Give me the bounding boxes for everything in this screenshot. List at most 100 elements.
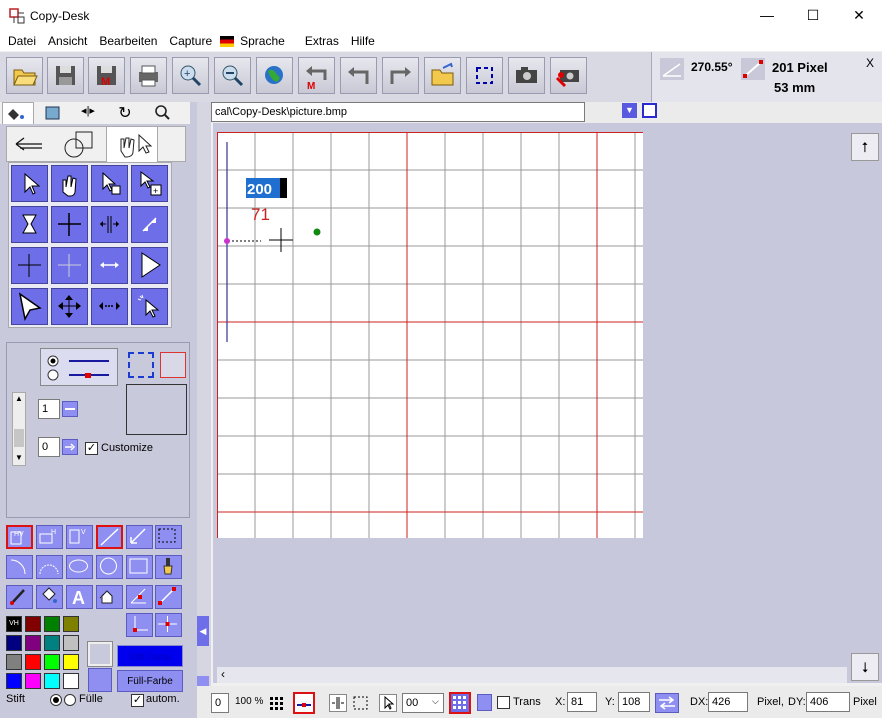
horizontal-scrollbar[interactable]: ‹ bbox=[217, 667, 847, 683]
maximize-button[interactable]: ☐ bbox=[790, 0, 836, 31]
cursor-pointer-button[interactable] bbox=[91, 165, 128, 202]
color-swatch[interactable] bbox=[25, 616, 41, 632]
cursor-hourglass-button[interactable] bbox=[11, 206, 48, 243]
tool-axis-button[interactable] bbox=[126, 613, 153, 637]
tool-text-button[interactable]: A bbox=[66, 585, 93, 609]
tool-v-button[interactable]: V bbox=[66, 525, 93, 549]
tool-dotted-rect-button[interactable] bbox=[155, 525, 182, 549]
cursor-resize-dots-button[interactable] bbox=[91, 288, 128, 325]
chevron-down-icon[interactable]: ⌵ bbox=[432, 696, 439, 707]
camera-capture-button[interactable] bbox=[550, 57, 587, 94]
zoom-spin-field[interactable]: 0 bbox=[211, 693, 229, 713]
info-close-button[interactable]: X bbox=[866, 56, 874, 70]
tool-stamp-button[interactable] bbox=[96, 585, 123, 609]
cursor-split-h-button[interactable] bbox=[91, 206, 128, 243]
scroll-left-icon[interactable]: ‹ bbox=[221, 667, 225, 681]
cursor-resize-h-button[interactable] bbox=[91, 247, 128, 284]
canvas-area[interactable]: 200 71 ⭡ ⭣ ‹ bbox=[213, 123, 882, 683]
color-vh-swatch[interactable]: VH bbox=[6, 616, 22, 632]
select-rect-button[interactable] bbox=[466, 57, 503, 94]
cursor-diagonal-button[interactable] bbox=[131, 206, 168, 243]
color-swatch[interactable] bbox=[44, 673, 60, 689]
frame-toggle-button[interactable] bbox=[642, 103, 657, 118]
fuell-farbe-button[interactable]: Füll-Farbe bbox=[117, 670, 183, 692]
anchor-point-green[interactable] bbox=[313, 228, 321, 236]
pen-color-preview[interactable] bbox=[87, 641, 113, 667]
color-swatch[interactable] bbox=[44, 635, 60, 651]
select-frame-icon[interactable] bbox=[128, 352, 154, 378]
fill-color-preview[interactable] bbox=[88, 668, 112, 692]
cursor-hand-button[interactable] bbox=[51, 165, 88, 202]
scroll-down-icon[interactable]: ▼ bbox=[15, 453, 23, 462]
tool-hv-button[interactable]: HV bbox=[6, 525, 33, 549]
tool-ellipse-button[interactable] bbox=[66, 555, 93, 579]
cursor-move-button[interactable] bbox=[51, 288, 88, 325]
tool-rect-button[interactable] bbox=[126, 555, 153, 579]
customize-checkbox[interactable]: ✓ bbox=[85, 442, 98, 455]
menu-ansicht[interactable]: Ansicht bbox=[42, 34, 93, 48]
panel-splitter[interactable]: ◀ ▶ bbox=[197, 102, 211, 706]
cursor-copy-button[interactable]: + bbox=[131, 165, 168, 202]
pen-width-field[interactable]: 1 bbox=[38, 399, 60, 419]
redo-button[interactable] bbox=[382, 57, 419, 94]
color-swatch[interactable] bbox=[63, 635, 79, 651]
transparency-swatch[interactable] bbox=[477, 694, 492, 711]
menu-bearbeiten[interactable]: Bearbeiten bbox=[93, 34, 163, 48]
tool-cross-button[interactable] bbox=[155, 613, 182, 637]
subtab-cursor[interactable] bbox=[106, 126, 158, 164]
color-swatch[interactable] bbox=[25, 673, 41, 689]
close-button[interactable]: ✕ bbox=[836, 0, 882, 31]
color-swatch[interactable] bbox=[44, 654, 60, 670]
color-swatch[interactable] bbox=[63, 654, 79, 670]
open-folder-button[interactable] bbox=[424, 57, 461, 94]
menu-sprache[interactable]: Sprache bbox=[234, 34, 291, 48]
color-swatch[interactable] bbox=[6, 635, 22, 651]
color-swatch[interactable] bbox=[63, 673, 79, 689]
stift-radio[interactable] bbox=[50, 694, 62, 706]
undo-m-button[interactable]: M bbox=[298, 57, 335, 94]
grid-dots-button[interactable] bbox=[269, 695, 285, 711]
minimize-button[interactable]: — bbox=[744, 0, 790, 31]
measure-label-red[interactable]: 71 bbox=[251, 205, 270, 224]
cursor-white-arrow-button[interactable] bbox=[11, 288, 48, 325]
cursor-arrow-button[interactable] bbox=[11, 165, 48, 202]
pen-width-scrollbar[interactable]: ▲ ▼ bbox=[12, 392, 26, 466]
scroll-up-icon[interactable]: ▲ bbox=[15, 394, 23, 403]
color-swatch[interactable] bbox=[63, 616, 79, 632]
tool-fill-button[interactable] bbox=[36, 585, 63, 609]
line-mode-button[interactable] bbox=[293, 692, 315, 714]
grid-toggle-button[interactable] bbox=[449, 692, 471, 714]
cursor-thin-cross-button[interactable] bbox=[11, 247, 48, 284]
cursor-crosshair-button[interactable] bbox=[51, 206, 88, 243]
tool-pie-button[interactable] bbox=[6, 555, 33, 579]
color-swatch[interactable] bbox=[25, 635, 41, 651]
x-field[interactable]: 81 bbox=[567, 692, 597, 712]
save-button[interactable] bbox=[47, 57, 84, 94]
tool-pipette-button[interactable] bbox=[6, 585, 33, 609]
tab-search[interactable] bbox=[146, 102, 180, 122]
tab-paint[interactable] bbox=[2, 102, 34, 124]
globe-button[interactable] bbox=[256, 57, 293, 94]
camera-button[interactable] bbox=[508, 57, 545, 94]
scroll-bottom-button[interactable]: ⭣ bbox=[851, 653, 879, 681]
stift-farbe-button[interactable]: Stift-Farbe bbox=[117, 645, 183, 667]
tool-h-button[interactable]: H bbox=[36, 525, 63, 549]
tool-circle-button[interactable] bbox=[96, 555, 123, 579]
tool-measure-line-button[interactable] bbox=[155, 585, 182, 609]
pointer-mode-button[interactable] bbox=[379, 694, 397, 712]
cursor-magic-button[interactable] bbox=[131, 288, 168, 325]
menu-capture[interactable]: Capture bbox=[163, 34, 218, 48]
tool-measure-angle-button[interactable] bbox=[126, 585, 153, 609]
anchor-point-magenta[interactable] bbox=[224, 238, 230, 244]
subtab-shapes[interactable] bbox=[58, 128, 102, 160]
line-style-selector[interactable] bbox=[40, 348, 118, 386]
tab-image[interactable] bbox=[38, 104, 66, 122]
offset-field[interactable]: 0 bbox=[38, 437, 60, 457]
fill-preview-swatch[interactable] bbox=[160, 352, 186, 378]
offset-arrow[interactable] bbox=[62, 439, 78, 455]
tool-brush-button[interactable] bbox=[155, 555, 182, 579]
menu-extras[interactable]: Extras bbox=[299, 34, 345, 48]
tool-arc-button[interactable] bbox=[36, 555, 63, 579]
trans-checkbox[interactable] bbox=[497, 696, 510, 709]
y-field[interactable]: 108 bbox=[618, 692, 650, 712]
